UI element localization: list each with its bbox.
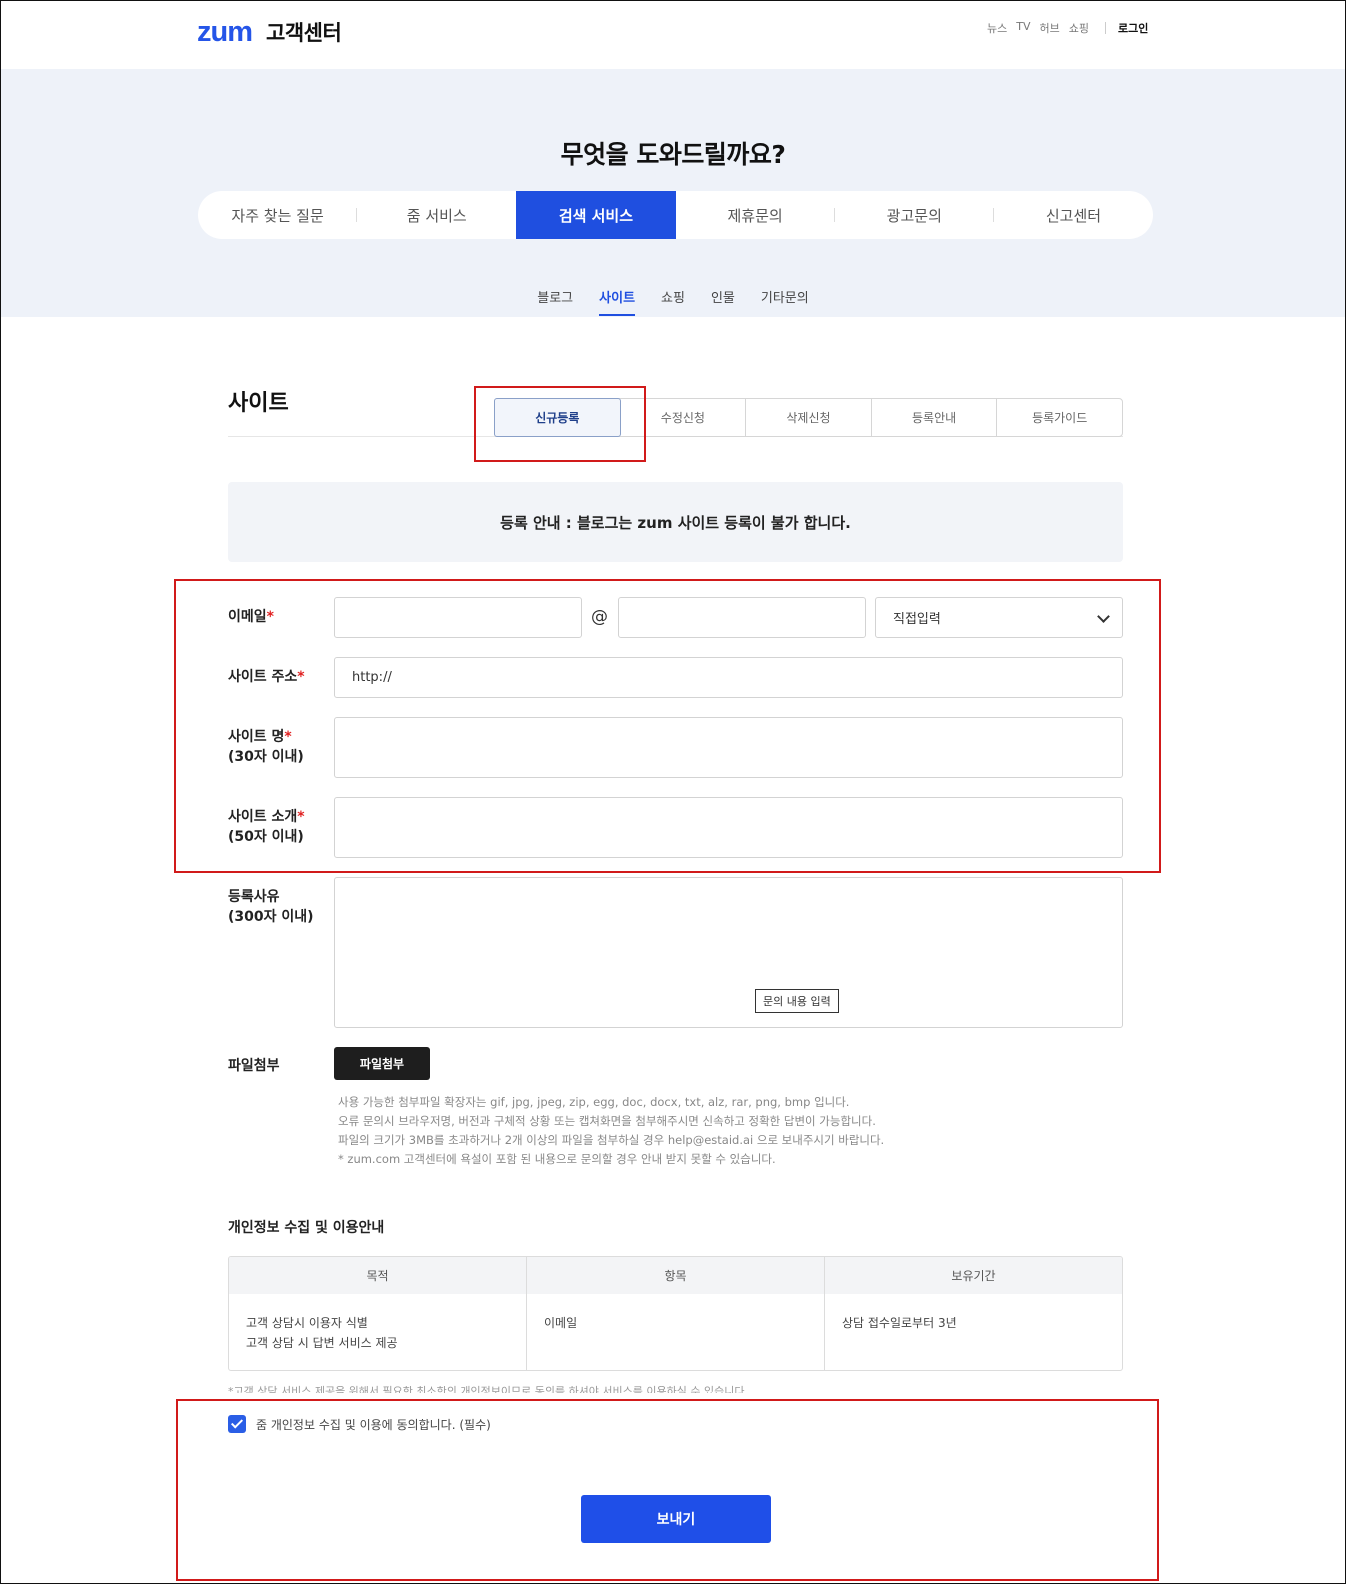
file-note: 사용 가능한 첨부파일 확장자는 gif, jpg, jpeg, zip, eg… [338,1095,850,1109]
main-tabs: 자주 찾는 질문 줌 서비스 검색 서비스 제휴문의 광고문의 신고센터 [198,191,1153,239]
site-intro-limit: (50자 이내) [228,829,304,845]
nav-link-shopping[interactable]: 쇼핑 [1069,20,1089,36]
site-intro-input[interactable] [334,797,1123,858]
top-nav: 뉴스 TV 허브 쇼핑 로그인 [987,20,1148,36]
tab-faq[interactable]: 자주 찾는 질문 [198,191,358,239]
segtab-delete-request[interactable]: 삭제신청 [746,399,872,436]
site-url-label-text: 사이트 주소 [228,669,298,685]
reason-tooltip: 문의 내용 입력 [755,989,839,1013]
header-item: 항목 [527,1257,825,1294]
segtab-modify-request[interactable]: 수정신청 [621,399,747,436]
site-url-label: 사이트 주소* [228,667,305,687]
required-mark: * [284,729,292,745]
hero-section: 무엇을 도와드릴까요? 자주 찾는 질문 줌 서비스 검색 서비스 제휴문의 광… [1,69,1345,317]
file-note: 파일의 크기가 3MB를 초과하거나 2개 이상의 파일을 첨부하실 경우 he… [338,1133,885,1147]
subtab-person[interactable]: 인물 [711,287,735,316]
nav-link-news[interactable]: 뉴스 [987,20,1007,36]
required-mark: * [297,809,305,825]
agree-row[interactable]: 줌 개인정보 수집 및 이용에 동의합니다. (필수) [228,1415,491,1433]
hero-title: 무엇을 도와드릴까요? [560,140,786,169]
site-name-label: 사이트 명* (30자 이내) [228,727,304,767]
segment-tabs: 신규등록 수정신청 삭제신청 등록안내 등록가이드 [494,398,1123,437]
email-local-input[interactable] [334,597,582,638]
tab-advertising[interactable]: 광고문의 [835,191,995,239]
email-domain-select-value: 직접입력 [893,612,941,627]
agree-text: 줌 개인정보 수집 및 이용에 동의합니다. (필수) [256,1417,491,1432]
cell-period: 상담 접수일로부터 3년 [842,1316,957,1330]
tab-report-center[interactable]: 신고센터 [994,191,1153,239]
segtab-registration-info[interactable]: 등록안내 [872,399,998,436]
table-header-row: 목적 항목 보유기간 [229,1257,1122,1294]
email-domain-input[interactable] [618,597,866,638]
required-mark: * [266,609,274,625]
site-url-input[interactable]: http:// [334,657,1123,698]
tab-zum-service[interactable]: 줌 서비스 [357,191,516,239]
file-label: 파일첨부 [228,1058,280,1074]
subtab-blog[interactable]: 블로그 [537,287,573,316]
tab-partnership[interactable]: 제휴문의 [676,191,835,239]
chevron-down-icon [1097,610,1110,623]
file-attach-button[interactable]: 파일첨부 [334,1047,430,1080]
file-note: * zum.com 고객센터에 욕설이 포함 된 내용으로 문의할 경우 안내 … [338,1152,776,1166]
site-name-input[interactable] [334,717,1123,778]
email-domain-select[interactable]: 직접입력 [875,597,1123,638]
privacy-footnote: *고객 상담 서비스 제공을 위해서 필요한 최소한의 개인정보이므로 동의를 … [228,1385,748,1393]
subtab-other[interactable]: 기타문의 [761,287,809,316]
nav-divider [1105,22,1106,34]
logo[interactable]: zum 고객센터 [197,15,342,49]
site-name-limit: (30자 이내) [228,749,304,765]
zum-logo: zum [197,15,253,48]
file-notes: 사용 가능한 첨부파일 확장자는 gif, jpg, jpeg, zip, eg… [338,1093,884,1169]
email-label-text: 이메일 [228,609,267,625]
at-symbol: @ [591,607,608,627]
reason-label-text: 등록사유 [228,889,280,905]
privacy-table: 목적 항목 보유기간 고객 상담시 이용자 식별 고객 상담 시 답변 서비스 … [228,1256,1123,1371]
file-note: 오류 문의시 브라우저명, 버전과 구체적 상황 또는 캡쳐화면을 첨부해주시면… [338,1114,876,1128]
nav-link-hub[interactable]: 허브 [1040,20,1060,36]
login-link[interactable]: 로그인 [1118,20,1148,36]
agree-checkbox[interactable] [228,1415,246,1433]
segtab-new-registration[interactable]: 신규등록 [494,398,621,437]
reason-textarea[interactable] [334,877,1123,1028]
cell-purpose: 고객 상담시 이용자 식별 고객 상담 시 답변 서비스 제공 [229,1294,527,1370]
segtab-registration-guide[interactable]: 등록가이드 [997,399,1122,436]
site-name-label-text: 사이트 명 [228,729,285,745]
reason-limit: (300자 이내) [228,909,314,925]
subtab-site[interactable]: 사이트 [599,287,636,316]
registration-notice: 등록 안내 : 블로그는 zum 사이트 등록이 불가 합니다. [228,482,1123,562]
subtab-shopping[interactable]: 쇼핑 [661,287,685,316]
top-header: zum 고객센터 뉴스 TV 허브 쇼핑 로그인 [1,1,1345,69]
header-purpose: 목적 [229,1257,527,1294]
submit-button[interactable]: 보내기 [581,1495,771,1543]
site-title: 고객센터 [266,21,342,45]
purpose-line: 고객 상담시 이용자 식별 [246,1316,368,1330]
privacy-title: 개인정보 수집 및 이용안내 [228,1220,385,1236]
tab-search-service[interactable]: 검색 서비스 [516,191,676,239]
site-intro-label-text: 사이트 소개 [228,809,298,825]
nav-link-tv[interactable]: TV [1016,20,1030,36]
email-label: 이메일* [228,607,274,627]
site-intro-label: 사이트 소개* (50자 이내) [228,807,305,847]
reason-label: 등록사유 (300자 이내) [228,887,314,927]
cell-item: 이메일 [527,1294,825,1370]
purpose-line: 고객 상담 시 답변 서비스 제공 [246,1336,398,1350]
required-mark: * [297,669,305,685]
section-title: 사이트 [228,391,289,416]
site-url-value: http:// [352,670,392,685]
sub-tabs: 블로그 사이트 쇼핑 인물 기타문의 [1,287,1345,316]
page: zum 고객센터 뉴스 TV 허브 쇼핑 로그인 무엇을 도와드릴까요? 자주 … [0,0,1346,1584]
table-row: 고객 상담시 이용자 식별 고객 상담 시 답변 서비스 제공 이메일 상담 접… [229,1294,1122,1370]
header-period: 보유기간 [951,1269,996,1283]
